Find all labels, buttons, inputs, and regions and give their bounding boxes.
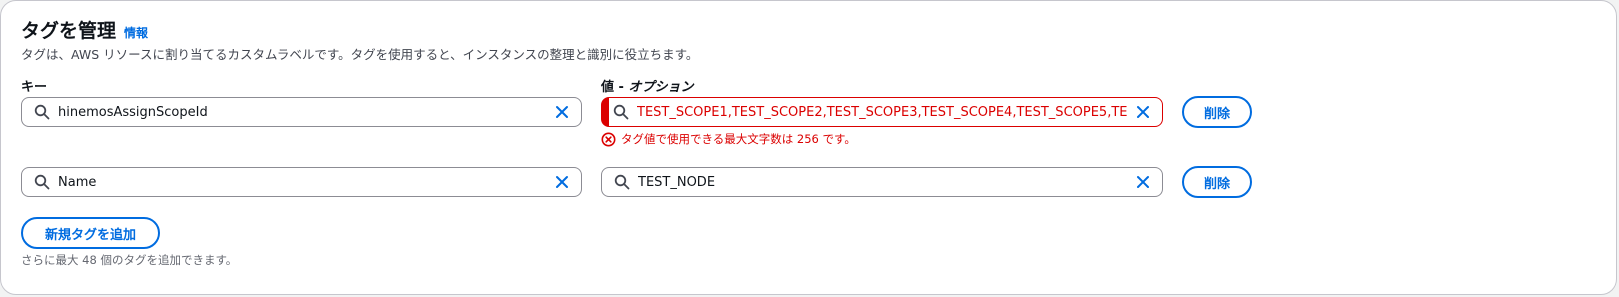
info-link[interactable]: 情報 [124, 24, 148, 41]
tag-value-field[interactable]: TEST_NODE [601, 167, 1163, 197]
key-label: キー [21, 80, 48, 95]
value-error-message: タグ値で使用できる最大文字数は 256 です。 [601, 131, 856, 147]
value-column-label: 値 - オプション [601, 76, 693, 95]
error-circle-icon [601, 132, 616, 146]
search-icon [34, 174, 50, 190]
error-text: タグ値で使用できる最大文字数は 256 です。 [621, 132, 856, 146]
value-optional-label: オプション [628, 80, 694, 95]
key-column-label: キー [21, 76, 47, 95]
close-icon[interactable] [554, 104, 570, 120]
search-icon [614, 174, 630, 190]
tag-value-value[interactable]: TEST_SCOPE1,TEST_SCOPE2,TEST_SCOPE3,TEST… [637, 105, 1127, 120]
remove-tag-button[interactable]: 削除 [1182, 166, 1252, 198]
manage-tags-panel: タグを管理 情報 タグは、AWS リソースに割り当てるカスタムラベルです。タグを… [0, 0, 1617, 295]
close-icon[interactable] [554, 174, 570, 190]
remaining-tags-note: さらに最大 48 個のタグを追加できます。 [21, 253, 238, 267]
tag-key-value[interactable]: hinemosAssignScopeId [58, 105, 546, 120]
close-icon[interactable] [1135, 104, 1151, 120]
header: タグを管理 情報 [21, 16, 148, 43]
search-icon [34, 104, 50, 120]
tag-key-value[interactable]: Name [58, 175, 546, 190]
tag-value-value[interactable]: TEST_NODE [638, 175, 1127, 190]
add-new-tag-button[interactable]: 新規タグを追加 [21, 217, 160, 249]
description: タグは、AWS リソースに割り当てるカスタムラベルです。タグを使用すると、インス… [21, 47, 699, 62]
close-icon[interactable] [1135, 174, 1151, 190]
tag-value-field[interactable]: TEST_SCOPE1,TEST_SCOPE2,TEST_SCOPE3,TEST… [601, 97, 1163, 127]
value-label: 値 - [601, 80, 629, 95]
tag-key-field[interactable]: Name [21, 167, 582, 197]
remove-tag-button[interactable]: 削除 [1182, 96, 1252, 128]
search-icon [613, 104, 629, 120]
tag-key-field[interactable]: hinemosAssignScopeId [21, 97, 582, 127]
page-title: タグを管理 [21, 20, 117, 42]
